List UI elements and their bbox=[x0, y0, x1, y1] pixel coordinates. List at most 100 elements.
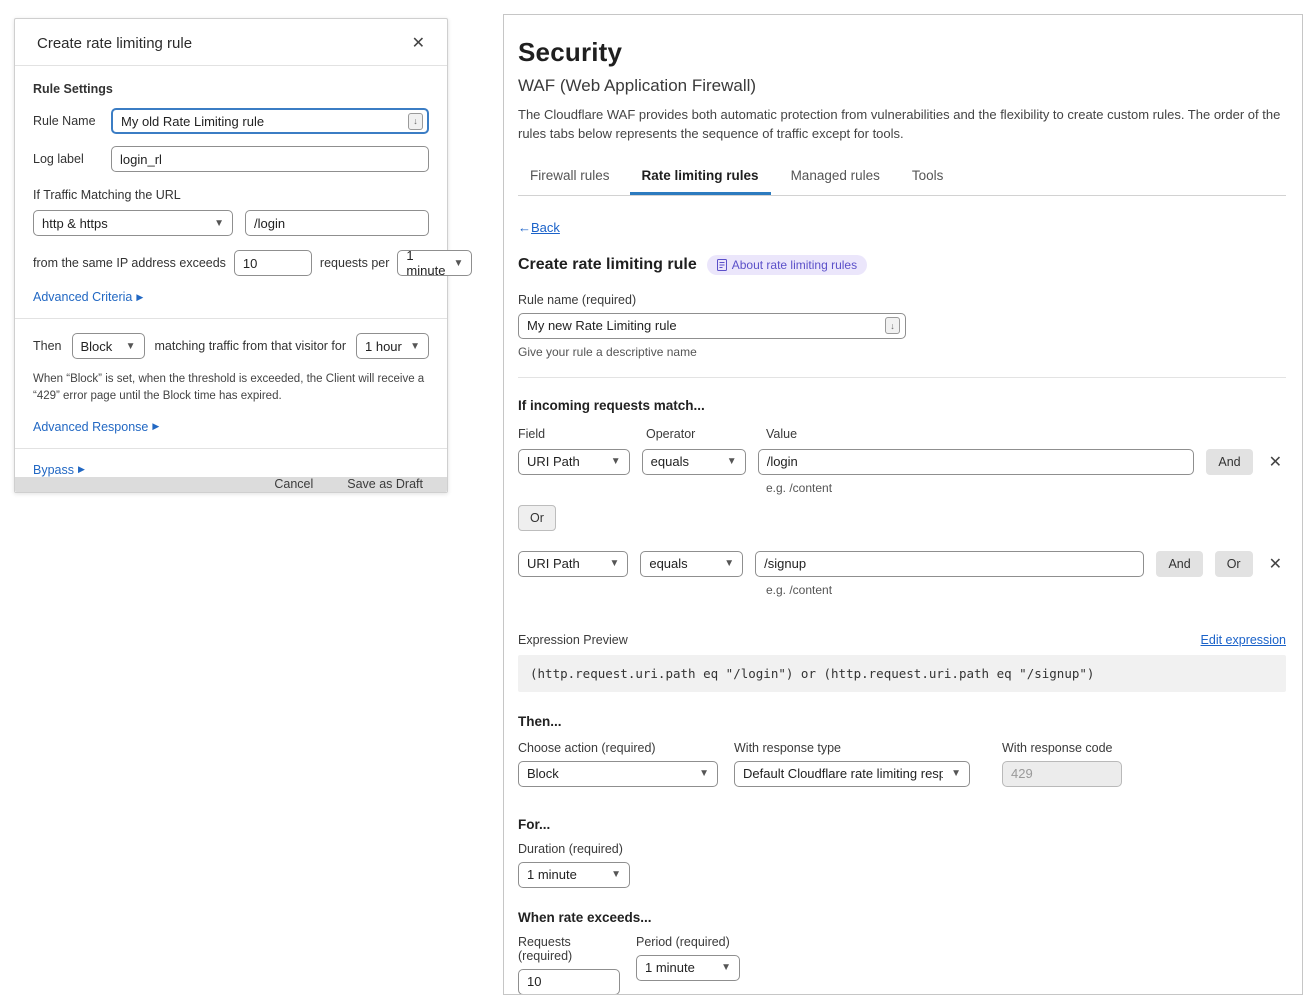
requests-label: Requests (required) bbox=[518, 935, 620, 963]
create-rate-limit-dialog: Create rate limiting rule ✕ Rule Setting… bbox=[14, 18, 448, 493]
value-input[interactable] bbox=[755, 551, 1144, 577]
choose-action-label: Choose action (required) bbox=[518, 741, 718, 755]
back-label: Back bbox=[531, 220, 560, 235]
scheme-select[interactable]: http & https ▼ bbox=[33, 210, 233, 236]
dialog-title: Create rate limiting rule bbox=[37, 35, 192, 52]
save-as-draft-button[interactable]: Save as Draft bbox=[347, 477, 423, 491]
chevron-down-icon: ▼ bbox=[453, 258, 463, 269]
response-type-value: Default Cloudflare rate limiting respons… bbox=[743, 766, 943, 781]
choose-action-select[interactable]: Block ▼ bbox=[518, 761, 718, 787]
field-column-label: Field bbox=[518, 427, 634, 441]
triangle-right-icon: ▶ bbox=[152, 421, 159, 432]
waf-tabs: Firewall rules Rate limiting rules Manag… bbox=[518, 160, 1286, 196]
field-select-value: URI Path bbox=[527, 454, 580, 469]
chevron-down-icon: ▼ bbox=[410, 341, 420, 352]
rate-period-select[interactable]: 1 minute ▼ bbox=[636, 955, 740, 981]
chevron-down-icon: ▼ bbox=[951, 768, 961, 779]
traffic-match-label: If Traffic Matching the URL bbox=[33, 188, 429, 202]
for-heading: For... bbox=[518, 817, 1286, 832]
dialog-header: Create rate limiting rule ✕ bbox=[15, 19, 447, 66]
operator-column-label: Operator bbox=[646, 427, 754, 441]
field-select-value: URI Path bbox=[527, 556, 580, 571]
advanced-criteria-label: Advanced Criteria bbox=[33, 290, 132, 304]
advanced-criteria-link[interactable]: Advanced Criteria ▶ bbox=[33, 290, 143, 304]
rule-name-input[interactable] bbox=[111, 108, 429, 134]
url-input[interactable] bbox=[245, 210, 429, 236]
requests-threshold-input[interactable] bbox=[234, 250, 312, 276]
autofill-icon: ↓ bbox=[408, 113, 423, 130]
chevron-down-icon: ▼ bbox=[611, 456, 621, 467]
duration-select[interactable]: 1 minute ▼ bbox=[518, 862, 630, 888]
and-button[interactable]: And bbox=[1206, 449, 1252, 475]
period-select-value: 1 minute bbox=[406, 248, 445, 278]
document-icon bbox=[717, 259, 727, 271]
chevron-down-icon: ▼ bbox=[699, 768, 709, 779]
page-subtitle: WAF (Web Application Firewall) bbox=[518, 76, 1286, 96]
tab-managed-rules[interactable]: Managed rules bbox=[779, 160, 892, 195]
field-select[interactable]: URI Path ▼ bbox=[518, 449, 630, 475]
value-input[interactable] bbox=[758, 449, 1195, 475]
operator-select-value: equals bbox=[649, 556, 687, 571]
field-select[interactable]: URI Path ▼ bbox=[518, 551, 628, 577]
chevron-down-icon: ▼ bbox=[724, 558, 734, 569]
tab-firewall-rules[interactable]: Firewall rules bbox=[518, 160, 622, 195]
tab-rate-limiting-rules[interactable]: Rate limiting rules bbox=[630, 160, 771, 195]
requests-input[interactable] bbox=[518, 969, 620, 995]
action-select[interactable]: Block ▼ bbox=[72, 333, 145, 359]
page-description: The Cloudflare WAF provides both automat… bbox=[518, 106, 1286, 144]
action-select-value: Block bbox=[81, 339, 113, 354]
response-type-label: With response type bbox=[734, 741, 970, 755]
edit-expression-link[interactable]: Edit expression bbox=[1201, 633, 1286, 647]
block-duration-value: 1 hour bbox=[365, 339, 402, 354]
operator-select[interactable]: equals ▼ bbox=[642, 449, 746, 475]
autofill-icon: ↓ bbox=[885, 317, 900, 334]
response-type-select[interactable]: Default Cloudflare rate limiting respons… bbox=[734, 761, 970, 787]
and-button[interactable]: And bbox=[1156, 551, 1202, 577]
bypass-label: Bypass bbox=[33, 463, 74, 477]
page-title: Security bbox=[518, 37, 1286, 68]
duration-value: 1 minute bbox=[527, 867, 577, 882]
chevron-down-icon: ▼ bbox=[721, 962, 731, 973]
about-rate-limiting-badge[interactable]: About rate limiting rules bbox=[707, 255, 867, 275]
rate-heading: When rate exceeds... bbox=[518, 910, 1286, 925]
response-code-label: With response code bbox=[1002, 741, 1122, 755]
period-select[interactable]: 1 minute ▼ bbox=[397, 250, 472, 276]
or-button[interactable]: Or bbox=[1215, 551, 1253, 577]
rate-period-value: 1 minute bbox=[645, 960, 695, 975]
triangle-right-icon: ▶ bbox=[78, 464, 85, 475]
remove-condition-icon[interactable]: ✕ bbox=[1265, 552, 1286, 576]
back-arrow-icon: ← bbox=[518, 220, 531, 235]
chevron-down-icon: ▼ bbox=[214, 218, 224, 229]
response-code-input bbox=[1002, 761, 1122, 787]
rate-period-label: Period (required) bbox=[636, 935, 740, 949]
triangle-right-icon: ▶ bbox=[136, 292, 143, 303]
close-icon[interactable]: ✕ bbox=[408, 31, 429, 55]
divider bbox=[518, 377, 1286, 378]
rule-name-input[interactable] bbox=[518, 313, 906, 339]
advanced-response-label: Advanced Response bbox=[33, 420, 148, 434]
tab-tools[interactable]: Tools bbox=[900, 160, 956, 195]
block-note: When “Block” is set, when the threshold … bbox=[33, 371, 429, 406]
block-duration-select[interactable]: 1 hour ▼ bbox=[356, 333, 429, 359]
back-link[interactable]: ←Back bbox=[518, 220, 560, 235]
divider bbox=[15, 318, 447, 319]
dialog-footer: Cancel Save as Draft bbox=[15, 477, 447, 493]
operator-select[interactable]: equals ▼ bbox=[640, 551, 743, 577]
chevron-down-icon: ▼ bbox=[727, 456, 737, 467]
choose-action-value: Block bbox=[527, 766, 559, 781]
value-hint: e.g. /content bbox=[766, 583, 1286, 597]
remove-condition-icon[interactable]: ✕ bbox=[1265, 450, 1286, 474]
expression-preview-box: (http.request.uri.path eq "/login") or (… bbox=[518, 655, 1286, 692]
duration-label: Duration (required) bbox=[518, 842, 1286, 856]
exceeds-label: from the same IP address exceeds bbox=[33, 256, 226, 270]
chevron-down-icon: ▼ bbox=[611, 869, 621, 880]
cancel-button[interactable]: Cancel bbox=[274, 477, 313, 491]
value-hint: e.g. /content bbox=[766, 481, 1286, 495]
bypass-link[interactable]: Bypass ▶ bbox=[33, 463, 85, 477]
or-connector-button[interactable]: Or bbox=[518, 505, 556, 531]
rule-name-label: Rule Name bbox=[33, 114, 111, 128]
advanced-response-link[interactable]: Advanced Response ▶ bbox=[33, 420, 159, 434]
divider bbox=[15, 448, 447, 449]
operator-select-value: equals bbox=[651, 454, 689, 469]
log-label-input[interactable] bbox=[111, 146, 429, 172]
